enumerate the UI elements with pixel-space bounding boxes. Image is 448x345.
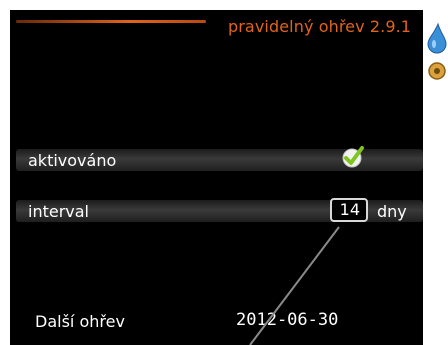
water-drop-icon: [427, 22, 447, 54]
next-heating-label: Další ohřev: [35, 312, 125, 331]
interval-value-field[interactable]: 14: [330, 198, 368, 222]
checkmark-icon[interactable]: [341, 145, 365, 169]
row-activated[interactable]: aktivováno: [16, 146, 423, 171]
interval-unit: dny: [377, 202, 407, 221]
row-interval[interactable]: interval 14 dny: [16, 198, 423, 222]
page-title: pravidelný ohřev 2.9.1: [228, 17, 412, 36]
header-accent-line: [16, 20, 206, 23]
settings-icon: [428, 62, 446, 80]
display-screen: pravidelný ohřev 2.9.1 aktivováno interv…: [10, 10, 423, 345]
activated-label: aktivováno: [28, 151, 117, 170]
interval-label: interval: [28, 202, 89, 221]
next-heating-date: 2012-06-30: [236, 310, 339, 330]
